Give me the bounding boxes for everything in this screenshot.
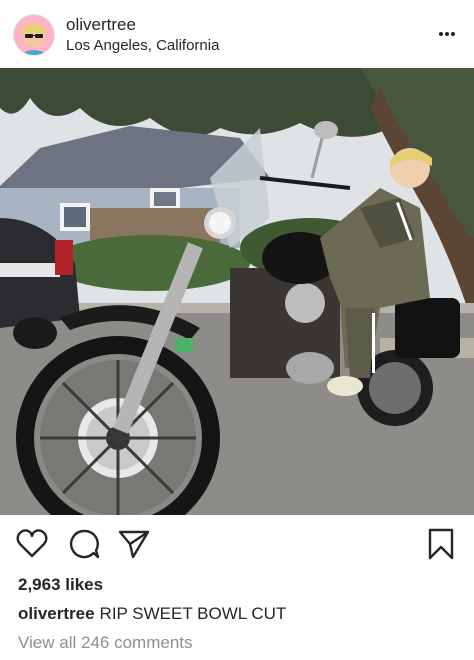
paper-plane-icon[interactable] (117, 527, 151, 561)
bookmark-icon[interactable] (424, 527, 458, 561)
more-options-icon[interactable] (432, 30, 462, 40)
post-actions (0, 527, 474, 563)
post-location[interactable]: Los Angeles, California (66, 37, 219, 54)
post-header: olivertree Los Angeles, California (0, 0, 474, 68)
heart-icon[interactable] (15, 527, 49, 561)
likes-count[interactable]: 2,963 likes (18, 575, 103, 595)
avatar[interactable] (13, 14, 55, 56)
post-caption: olivertree RIP SWEET BOWL CUT (18, 604, 286, 624)
post-photo[interactable] (0, 68, 474, 515)
caption-text: RIP SWEET BOWL CUT (99, 604, 287, 623)
view-comments-link[interactable]: View all 246 comments (18, 633, 193, 653)
comment-bubble-icon[interactable] (67, 527, 101, 561)
post-username[interactable]: olivertree (66, 15, 136, 35)
caption-username[interactable]: olivertree (18, 604, 95, 623)
